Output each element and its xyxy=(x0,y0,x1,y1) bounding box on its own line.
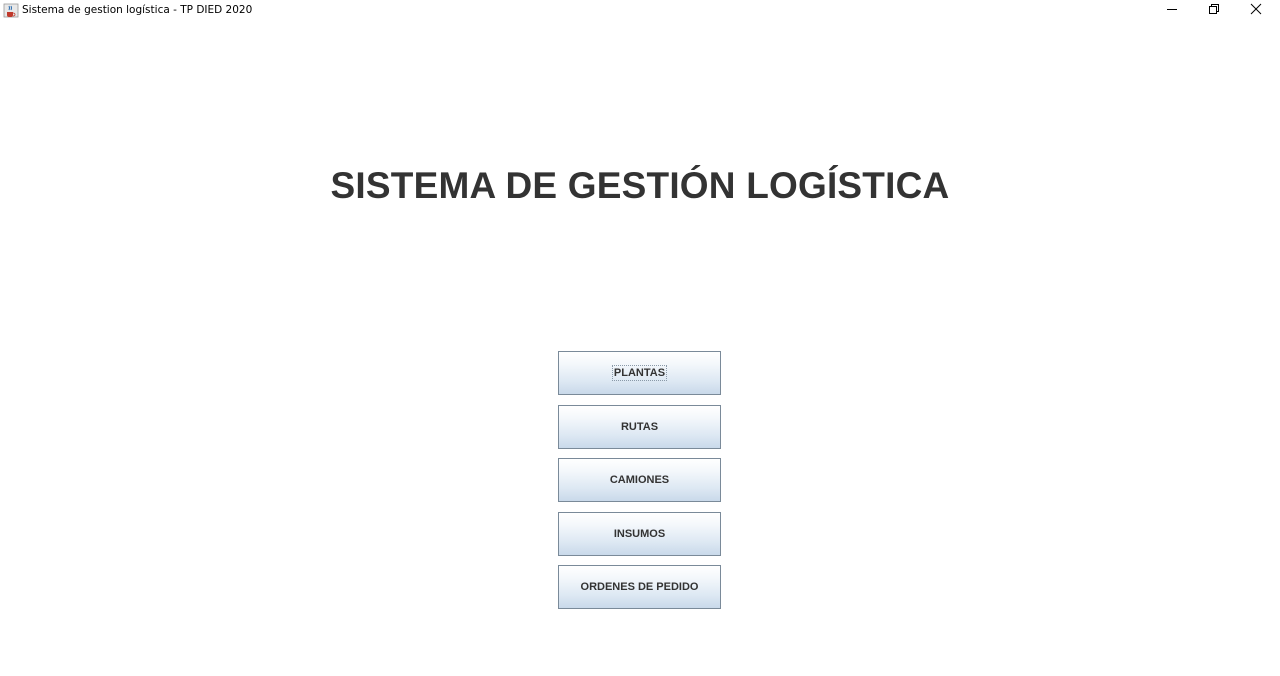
plantas-button[interactable]: PLANTAS xyxy=(558,351,721,395)
java-coffee-icon[interactable] xyxy=(3,3,19,18)
main-menu: PLANTAS RUTAS CAMIONES INSUMOS ORDENES D… xyxy=(558,351,721,619)
restore-icon xyxy=(1208,2,1220,20)
close-button[interactable] xyxy=(1234,0,1278,22)
minimize-icon xyxy=(1166,2,1178,20)
app-window: Sistema de gestion logística - TP DIED 2… xyxy=(0,0,1280,676)
window-title: Sistema de gestion logística - TP DIED 2… xyxy=(22,4,253,16)
page-title: SISTEMA DE GESTIÓN LOGÍSTICA xyxy=(330,165,950,206)
rutas-button[interactable]: RUTAS xyxy=(558,404,721,449)
ordenes-de-pedido-button-label: ORDENES DE PEDIDO xyxy=(580,581,699,593)
restore-button[interactable] xyxy=(1192,0,1236,22)
plantas-button-label: PLANTAS xyxy=(611,365,668,381)
minimize-button[interactable] xyxy=(1150,0,1194,22)
insumos-button-label: INSUMOS xyxy=(613,527,666,540)
title-bar[interactable]: Sistema de gestion logística - TP DIED 2… xyxy=(0,0,1280,22)
camiones-button[interactable]: CAMIONES xyxy=(558,458,721,502)
ordenes-de-pedido-button[interactable]: ORDENES DE PEDIDO xyxy=(558,565,721,609)
rutas-button-label: RUTAS xyxy=(620,420,659,433)
close-icon xyxy=(1250,2,1262,20)
insumos-button[interactable]: INSUMOS xyxy=(558,511,721,556)
camiones-button-label: CAMIONES xyxy=(609,474,670,486)
